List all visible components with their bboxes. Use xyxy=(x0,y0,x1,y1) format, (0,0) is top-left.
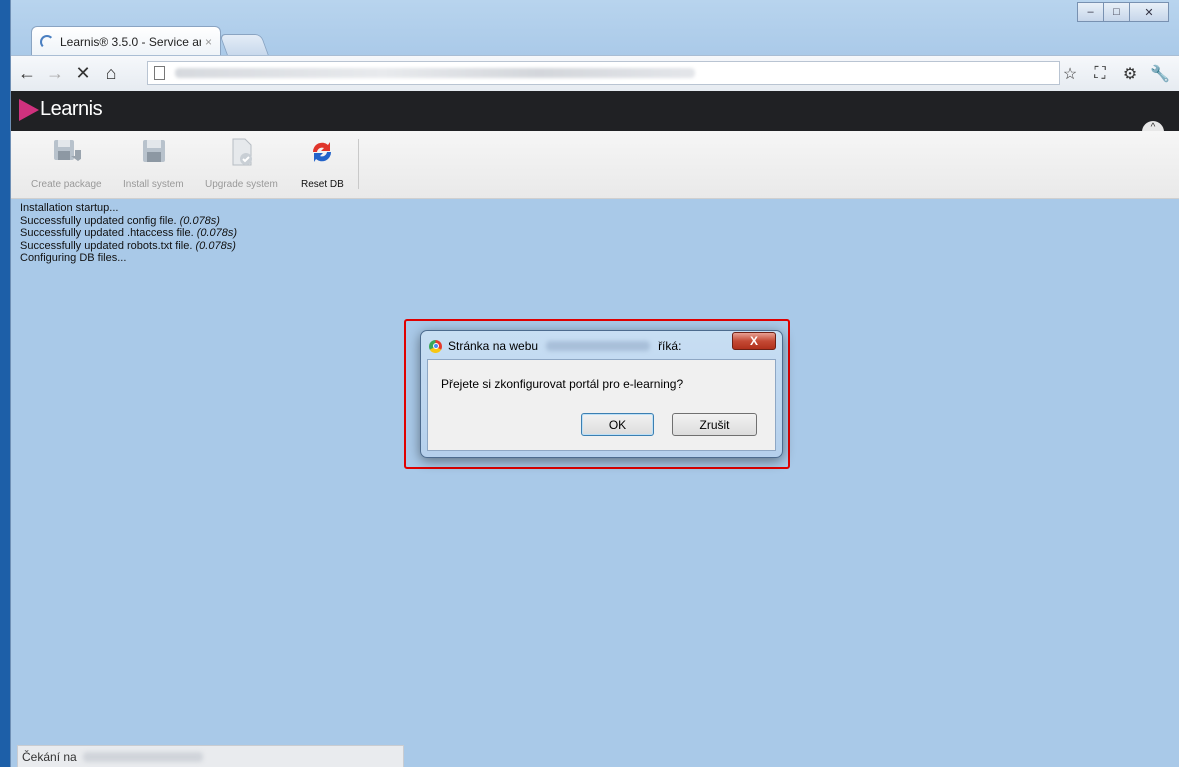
log-line: Successfully updated config file. (0.078… xyxy=(20,214,220,227)
install-system-button[interactable]: Install system xyxy=(123,137,184,190)
upgrade-system-label: Upgrade system xyxy=(205,179,278,190)
logo-play-icon xyxy=(19,98,39,121)
minimize-button[interactable]: – xyxy=(1077,2,1104,22)
app-toolbar: Create package Install system Upgrade sy… xyxy=(11,131,1179,199)
back-button[interactable]: ← xyxy=(15,62,39,86)
save-arrow-icon xyxy=(54,140,82,161)
browser-toolbar: ← → ✕ ⌂ ☆ ⛶ ⚙ 🔧 xyxy=(11,55,1179,91)
tab-close-icon[interactable]: × xyxy=(205,35,212,49)
browser-tools: ☆ ⛶ ⚙ 🔧 xyxy=(1052,62,1172,86)
address-bar[interactable] xyxy=(147,61,1060,85)
loading-spinner-icon xyxy=(40,34,54,49)
browser-tab[interactable]: Learnis® 3.5.0 - Service are × xyxy=(31,26,221,56)
save-icon xyxy=(143,140,166,162)
fullscreen-icon[interactable]: ⛶ xyxy=(1088,62,1112,86)
bookmark-star-icon[interactable]: ☆ xyxy=(1058,62,1082,86)
reset-db-label: Reset DB xyxy=(301,179,344,190)
toolbar-divider xyxy=(358,139,359,189)
desktop-edge xyxy=(0,0,10,767)
close-window-button[interactable]: ✕ xyxy=(1129,2,1169,22)
confirm-dialog: Stránka na webu říká: X Přejete si zkonf… xyxy=(420,330,783,458)
log-line: Successfully updated .htaccess file. (0.… xyxy=(20,227,238,239)
dialog-close-button[interactable]: X xyxy=(732,332,776,350)
app-header: Learnis ^ xyxy=(11,91,1179,133)
page-icon xyxy=(154,66,165,80)
dialog-title-prefix: Stránka na webu xyxy=(448,339,539,353)
ok-button[interactable]: OK xyxy=(581,413,654,436)
cancel-button[interactable]: Zrušit xyxy=(672,413,757,436)
tab-title: Learnis® 3.5.0 - Service are xyxy=(60,34,201,49)
logo-text: Learnis xyxy=(40,98,103,120)
status-text: Čekání na xyxy=(22,749,77,764)
install-log: Installation startup... Successfully upd… xyxy=(20,202,237,265)
document-check-icon xyxy=(232,138,253,166)
chrome-icon xyxy=(429,339,442,353)
create-package-button[interactable]: Create package xyxy=(31,137,102,190)
log-line: Installation startup... xyxy=(20,202,119,214)
new-tab-button[interactable] xyxy=(219,34,269,55)
log-line: Configuring DB files... xyxy=(20,252,127,264)
install-system-label: Install system xyxy=(123,179,184,190)
gear-icon[interactable]: ⚙ xyxy=(1118,62,1142,86)
status-bar: Čekání na xyxy=(17,745,404,767)
create-package-label: Create package xyxy=(31,179,102,190)
dialog-title-suffix: říká: xyxy=(658,339,682,353)
wrench-icon[interactable]: 🔧 xyxy=(1148,62,1172,86)
log-line: Successfully updated robots.txt file. (0… xyxy=(20,239,236,252)
window-controls: – □ ✕ xyxy=(1077,2,1169,22)
reset-db-button[interactable]: Reset DB xyxy=(301,137,344,190)
refresh-icon xyxy=(313,142,332,162)
stop-button[interactable]: ✕ xyxy=(71,62,95,86)
dialog-title: Stránka na webu říká: xyxy=(429,339,681,353)
dialog-body: Přejete si zkonfigurovat portál pro e-le… xyxy=(427,359,776,451)
dialog-message: Přejete si zkonfigurovat portál pro e-le… xyxy=(441,377,684,391)
maximize-button[interactable]: □ xyxy=(1103,2,1130,22)
learnis-logo: Learnis xyxy=(19,98,103,121)
home-button[interactable]: ⌂ xyxy=(99,62,123,86)
url-redacted xyxy=(175,68,695,78)
dialog-site-redacted xyxy=(546,341,651,351)
status-url-redacted xyxy=(82,751,203,762)
upgrade-system-button[interactable]: Upgrade system xyxy=(205,137,278,190)
forward-button[interactable]: → xyxy=(43,62,67,86)
